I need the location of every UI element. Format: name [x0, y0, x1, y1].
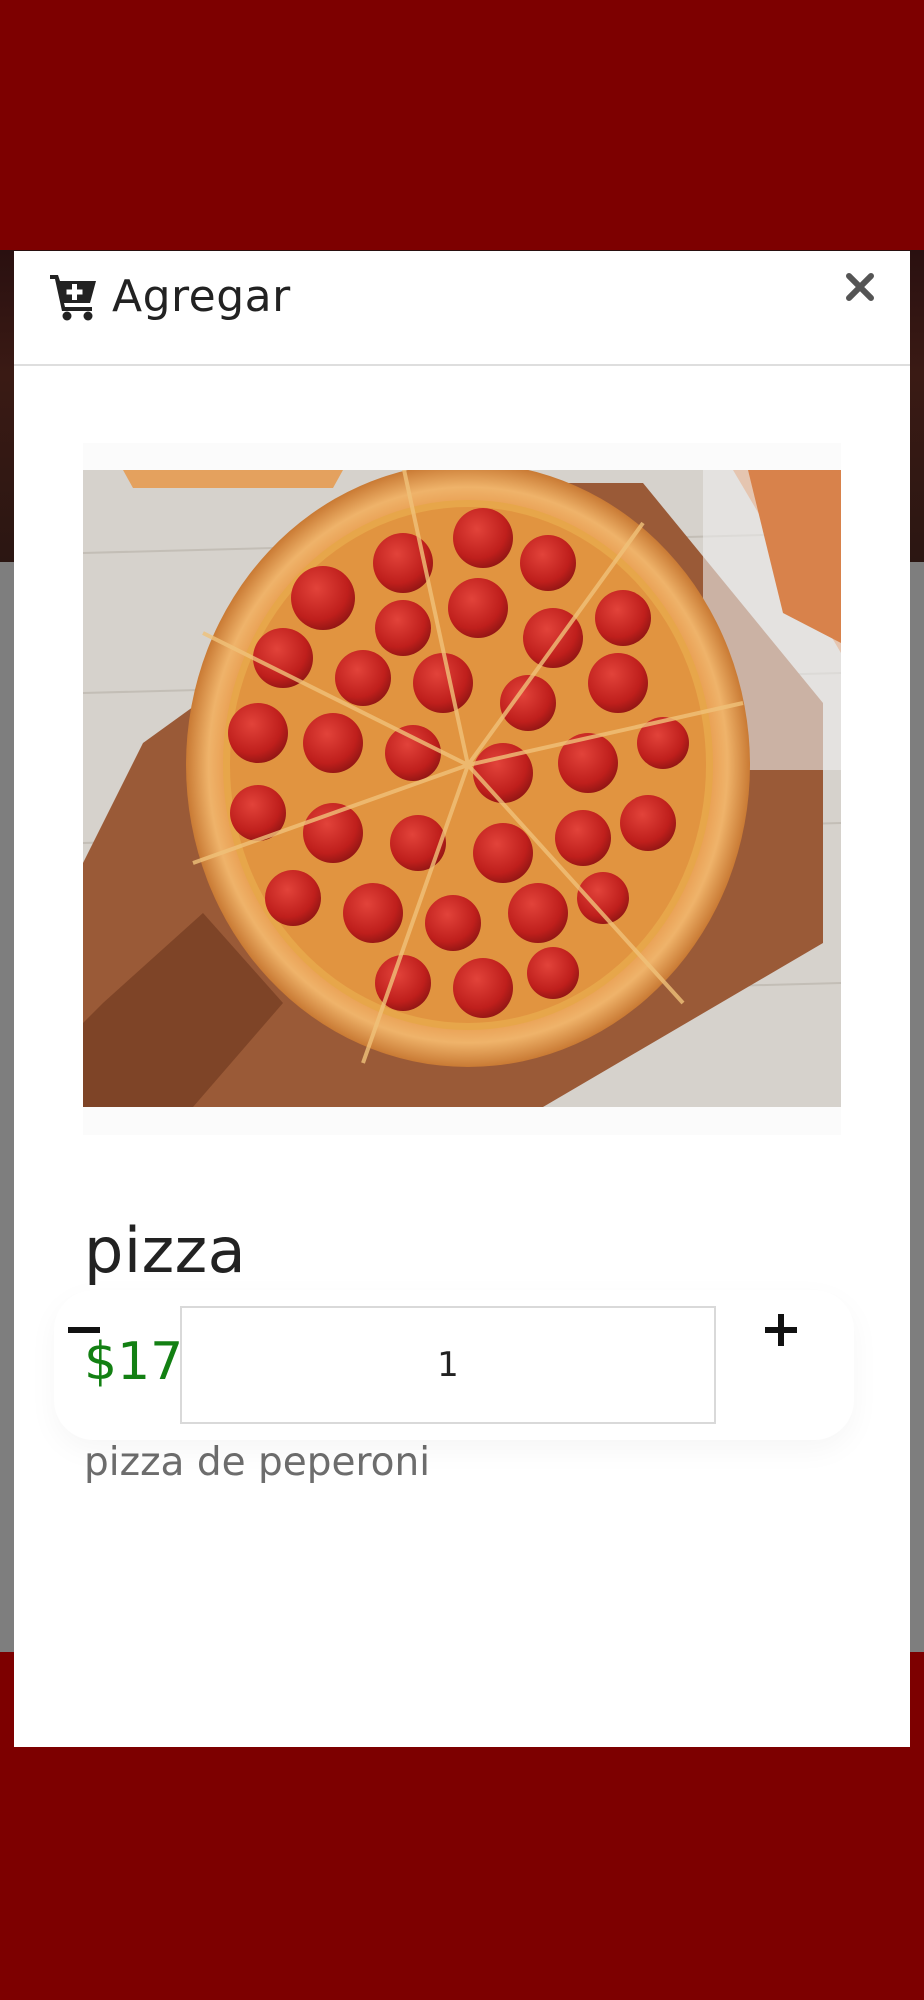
decrease-quantity-button[interactable]: [54, 1300, 114, 1360]
add-to-cart-modal: Agregar pizza pizza de peperoni: [14, 251, 910, 1747]
product-description: pizza de peperoni: [84, 1440, 431, 1485]
modal-title: Agregar: [112, 271, 291, 322]
product-image: [83, 443, 841, 1135]
plus-icon: [765, 1314, 797, 1346]
quantity-input[interactable]: [180, 1306, 716, 1424]
modal-header: Agregar: [14, 251, 910, 366]
cart-plus-icon: [48, 271, 100, 321]
product-name: pizza: [84, 1214, 247, 1287]
minus-icon: [68, 1327, 100, 1333]
close-icon: [846, 273, 874, 301]
close-button[interactable]: [838, 265, 882, 309]
increase-quantity-button[interactable]: [751, 1300, 811, 1360]
